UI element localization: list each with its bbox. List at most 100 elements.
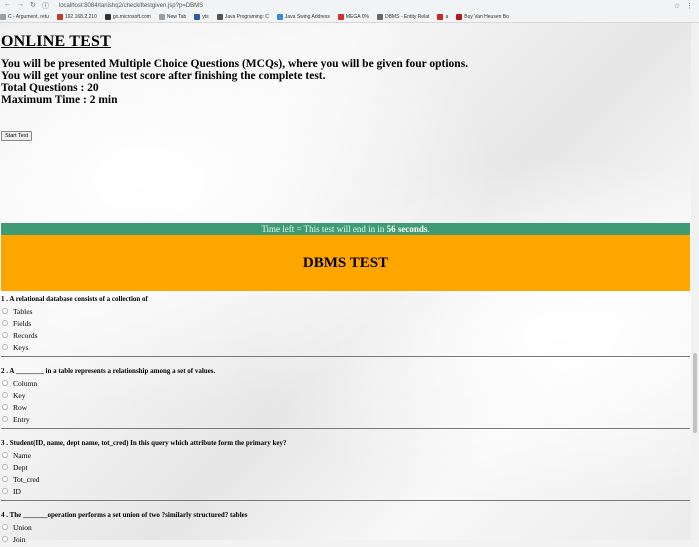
bookmark-item[interactable]: MEGA 0% — [337, 13, 369, 20]
timer-bar: Time left = This test will end in in 56 … — [1, 223, 690, 235]
radio-button[interactable] — [2, 392, 8, 398]
option-label: Row — [13, 402, 28, 412]
answer-option[interactable]: Tables — [1, 305, 690, 317]
option-label: Union — [13, 522, 32, 532]
scrollbar-thumb[interactable] — [693, 353, 697, 433]
bookmark-label: C - Argument, retu — [8, 13, 49, 20]
bookmark-item[interactable]: go.microsoft.com — [104, 13, 151, 20]
bookmark-label: Java Programing: C — [224, 13, 269, 20]
nav-controls: ← → ↻ ⓘ — [0, 1, 49, 11]
max-time: Maximum Time : 2 min — [1, 94, 118, 106]
info-icon[interactable]: ⓘ — [42, 1, 49, 11]
bookmark-favicon-icon — [456, 13, 463, 20]
radio-button[interactable] — [2, 380, 8, 386]
test-title-banner: DBMS TEST — [1, 235, 690, 291]
test-title: DBMS TEST — [302, 254, 389, 271]
bookmark-item[interactable]: Java Swing Address — [276, 13, 330, 20]
radio-button[interactable] — [2, 344, 8, 350]
radio-button[interactable] — [2, 404, 8, 410]
question-block: 3 . Student(ID, name, dept name, tot_cre… — [1, 437, 690, 509]
answer-option[interactable]: Tot_cred — [1, 473, 690, 485]
answer-option[interactable]: Union — [1, 521, 690, 533]
back-arrow-icon[interactable]: ← — [4, 1, 11, 11]
question-divider — [1, 356, 690, 357]
bookmark-favicon-icon — [337, 13, 344, 20]
answer-option[interactable]: Name — [1, 449, 690, 461]
radio-button[interactable] — [2, 488, 8, 494]
bookmark-favicon-icon — [194, 13, 201, 20]
radio-button[interactable] — [2, 452, 8, 458]
answer-option[interactable]: Column — [1, 377, 690, 389]
bookmark-item[interactable]: yts — [194, 13, 209, 20]
option-label: Join — [13, 534, 26, 544]
answer-option[interactable]: Join — [1, 533, 690, 545]
start-test-button[interactable]: Start Test — [1, 131, 33, 141]
radio-button[interactable] — [2, 332, 8, 338]
radio-button[interactable] — [2, 308, 8, 314]
radio-button[interactable] — [2, 476, 8, 482]
radio-button[interactable] — [2, 524, 8, 530]
option-label: Tables — [13, 306, 33, 316]
bookmark-favicon-icon — [276, 13, 283, 20]
option-label: Key — [13, 390, 26, 400]
url-field[interactable]: localhost:8084/tanishq2/checkiftestgiven… — [59, 3, 203, 9]
question-text: 4 . The _______operation performs a set … — [1, 511, 248, 519]
bookmark-label: DBMS - Entity Relat — [384, 13, 430, 20]
bookmark-label: MEGA 0% — [345, 13, 369, 20]
radio-button[interactable] — [2, 464, 8, 470]
radio-button[interactable] — [2, 320, 8, 326]
question-list: 1 . A relational database consists of a … — [1, 293, 690, 547]
answer-option[interactable]: Row — [1, 401, 690, 413]
option-label: Dept — [13, 462, 28, 472]
bookmark-favicon-icon — [56, 13, 63, 20]
browser-actions: ☆ ⋮ — [674, 2, 699, 10]
bookmark-favicon-icon — [437, 13, 444, 20]
bookmark-item[interactable]: 192.168.2.210 — [56, 13, 97, 20]
instruction-line: You will get your online test score afte… — [1, 70, 326, 82]
option-label: Keys — [13, 342, 29, 352]
radio-button[interactable] — [2, 416, 8, 422]
bookmark-favicon-icon — [158, 13, 165, 20]
bookmark-item[interactable]: a — [437, 13, 449, 20]
question-text: 3 . Student(ID, name, dept name, tot_cre… — [1, 439, 287, 447]
option-label: Fields — [13, 318, 32, 328]
option-label: Tot_cred — [13, 474, 40, 484]
page-content: ONLINE TEST You will be presented Multip… — [0, 23, 699, 544]
answer-option[interactable]: Key — [1, 389, 690, 401]
bookmark-label: New Tab — [166, 13, 187, 20]
answer-option[interactable]: ID — [1, 485, 690, 497]
question-block: 2 . A ________ in a table represents a r… — [1, 365, 690, 437]
star-icon[interactable]: ☆ — [674, 2, 680, 10]
question-text: 2 . A ________ in a table represents a r… — [1, 367, 216, 375]
bookmark-favicon-icon — [104, 13, 111, 20]
question-block: 4 . The _______operation performs a set … — [1, 509, 690, 547]
timer-value: 56 seconds — [386, 224, 428, 234]
extension-icon[interactable]: ⋮ — [686, 2, 693, 10]
bookmark-item[interactable]: New Tab — [158, 13, 187, 20]
total-questions: Total Questions : 20 — [1, 82, 99, 94]
bookmark-item[interactable]: C - Argument, retu — [0, 13, 49, 20]
question-divider — [1, 428, 690, 429]
bookmark-label: a — [445, 13, 449, 20]
radio-button[interactable] — [2, 536, 8, 542]
option-label: ID — [13, 486, 21, 496]
scrollbar[interactable] — [691, 23, 699, 540]
answer-option[interactable]: Fields — [1, 317, 690, 329]
bookmark-item[interactable]: DBMS - Entity Relat — [376, 13, 430, 20]
forward-arrow-icon[interactable]: → — [17, 1, 24, 11]
bookmark-favicon-icon — [216, 13, 223, 20]
instructions: You will be presented Multiple Choice Qu… — [1, 58, 468, 106]
bookmark-label: 192.168.2.210 — [64, 13, 97, 20]
bookmarks-bar: C - Argument, retu 192.168.2.210 go.micros… — [0, 11, 699, 23]
reload-icon[interactable]: ↻ — [30, 1, 36, 11]
page-title: ONLINE TEST — [1, 33, 111, 50]
bookmark-label: yts — [202, 13, 209, 20]
address-bar: ← → ↻ ⓘ localhost:8084/tanishq2/checkift… — [0, 0, 699, 11]
bookmark-item[interactable]: Java Programing: C — [216, 13, 269, 20]
answer-option[interactable]: Records — [1, 329, 690, 341]
answer-option[interactable]: Entry — [1, 413, 690, 425]
option-label: Records — [13, 330, 38, 340]
answer-option[interactable]: Dept — [1, 461, 690, 473]
bookmark-item[interactable]: Buy Van Heusen Bo — [456, 13, 509, 20]
answer-option[interactable]: Keys — [1, 341, 690, 353]
